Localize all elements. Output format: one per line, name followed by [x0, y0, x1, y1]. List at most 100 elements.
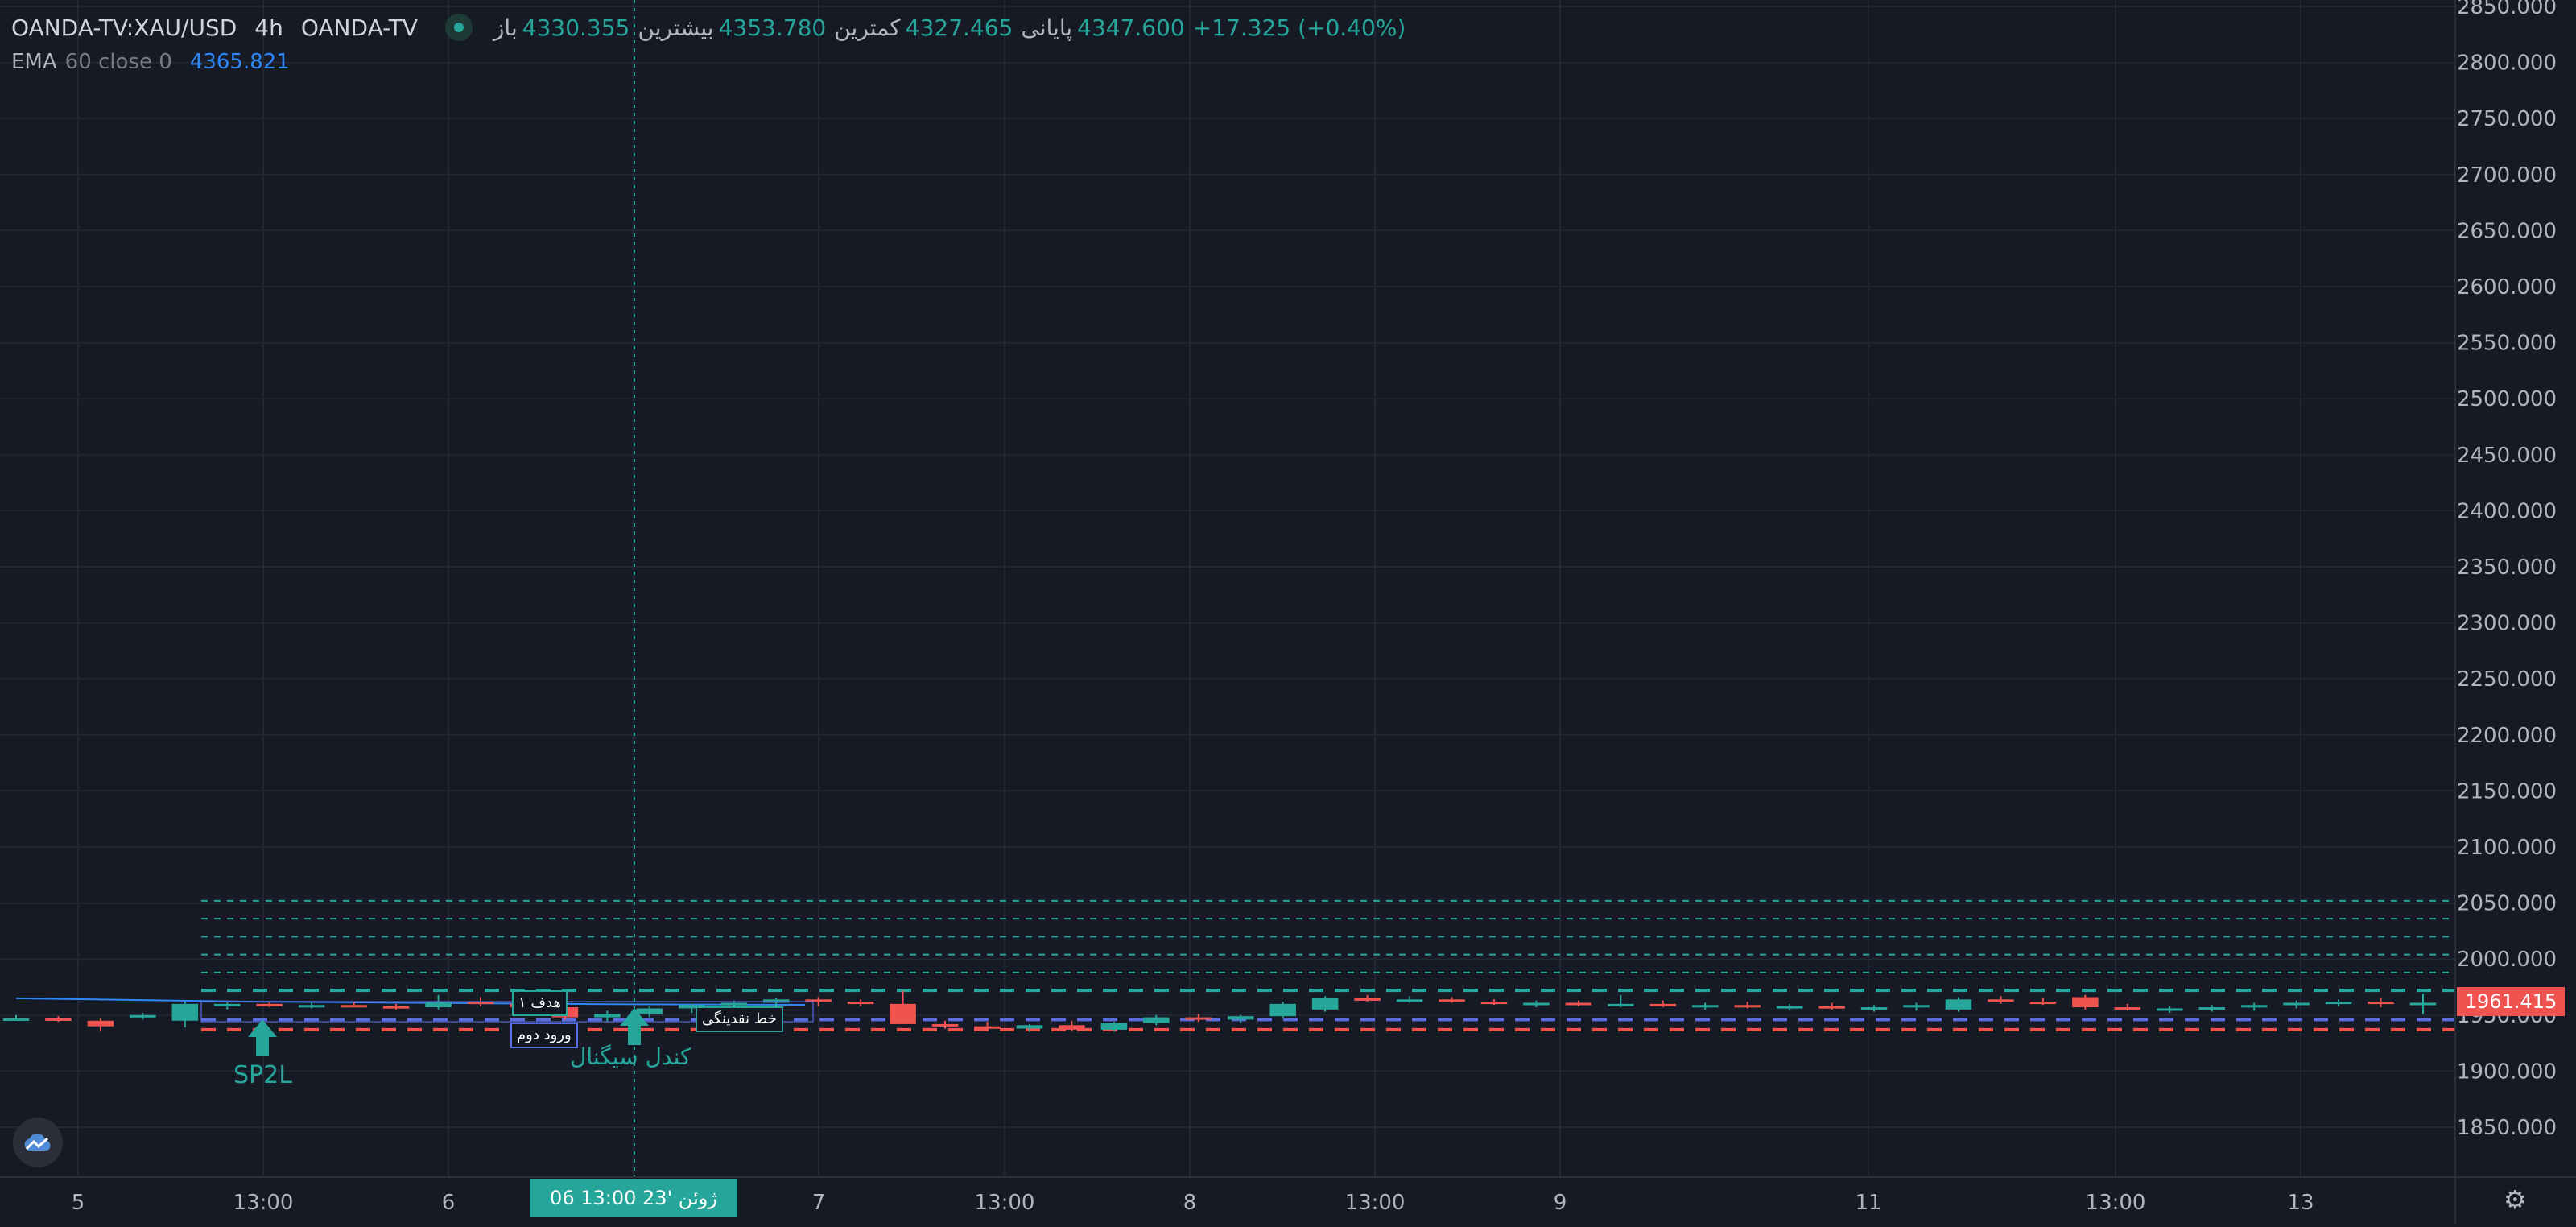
y-tick-label: 2800.000 [2457, 52, 2557, 76]
symbol-name[interactable]: OANDA-TV:XAU/USD [11, 14, 237, 41]
chart-background [0, 0, 2576, 1224]
x-tick-label: 8 [1183, 1191, 1197, 1215]
y-tick-label: 2150.000 [2457, 779, 2557, 804]
indicator-params: 60 close 0 [64, 50, 172, 74]
liquidity-line-label: خط نقدینگی [696, 1006, 783, 1032]
candle-body [1100, 1022, 1128, 1030]
y-tick-label: 2550.000 [2457, 332, 2557, 356]
timeframe[interactable]: 4h [254, 14, 283, 41]
y-tick-label: 2300.000 [2457, 612, 2557, 636]
y-tick-label: 2500.000 [2457, 387, 2557, 411]
candle-body [1269, 1003, 1296, 1017]
y-tick-label: 2200.000 [2457, 724, 2557, 748]
candle-body [425, 1002, 452, 1008]
symbol-legend: OANDA-TV:XAU/USD 4h OANDA-TV باز 4330.35… [11, 11, 1414, 43]
candle-body [45, 1018, 72, 1021]
candle-body [1480, 1002, 1508, 1005]
open-label: باز [493, 14, 518, 41]
candle-body [720, 1002, 748, 1006]
candle-body [847, 1002, 874, 1005]
candle-body [1608, 1003, 1634, 1006]
candle-body [974, 1026, 1001, 1029]
target1-label: هدف ۱ [512, 990, 568, 1016]
candle-body [1903, 1005, 1930, 1008]
y-tick-label: 2600.000 [2457, 275, 2557, 300]
candle-body [1649, 1003, 1677, 1006]
candle-body [1143, 1017, 1170, 1023]
chart-area[interactable]: 2850.000 2800.000 2750.000 2700.000 2650.000… [0, 0, 2576, 1224]
gear-icon[interactable]: ⚙ [2504, 1187, 2529, 1213]
candle-body [594, 1014, 621, 1018]
candle-body [1227, 1016, 1254, 1020]
y-tick-label: 2850.000 [2457, 0, 2557, 19]
y-tick-label: 1850.000 [2457, 1116, 2557, 1140]
x-tick-label: 13:00 [975, 1191, 1035, 1215]
y-tick-label: 2700.000 [2457, 163, 2557, 188]
x-tick-label: 11 [1855, 1191, 1881, 1215]
indicator-value: 4365.821 [189, 50, 290, 74]
indicator-legend[interactable]: EMA 60 close 0 4365.821 [11, 50, 290, 74]
low-label: کمترین [834, 14, 901, 41]
candle-body [214, 1003, 241, 1006]
candle-body [2198, 1007, 2225, 1010]
candle-body [130, 1014, 156, 1018]
candle-body [1691, 1005, 1719, 1008]
candle-body [256, 1003, 283, 1006]
sp2l-label: SP2L [233, 1061, 292, 1089]
close-value: 4347.600 [1077, 14, 1185, 41]
y-tick-label: 2650.000 [2457, 219, 2557, 243]
candle-body [1354, 998, 1381, 1001]
candle-body [2, 1018, 30, 1021]
y-tick-label: 1900.000 [2457, 1060, 2557, 1084]
second-entry-label: ورود دوم [510, 1022, 578, 1048]
candle-body [890, 1003, 916, 1024]
indicator-name: EMA [11, 50, 57, 74]
candle-body [1523, 1002, 1550, 1006]
candle-body [2368, 1002, 2394, 1005]
candle-body [1860, 1007, 1888, 1010]
candle-body [1439, 999, 1465, 1002]
candle-body [382, 1006, 410, 1009]
signal-candle-label: کندل سیگنال [570, 1043, 691, 1070]
candle-body [2409, 1002, 2437, 1006]
y-tick-label: 2050.000 [2457, 892, 2557, 916]
y-tick-label: 2100.000 [2457, 836, 2557, 860]
x-tick-label: 13:00 [1345, 1191, 1406, 1215]
market-status-icon[interactable] [444, 14, 473, 41]
y-tick-label: 2250.000 [2457, 667, 2557, 692]
candle-body [2240, 1005, 2268, 1008]
candle-body [2114, 1007, 2141, 1010]
cloud-glyph [24, 1133, 51, 1151]
close-label: پایانی [1021, 14, 1073, 41]
x-tick-label: 13:00 [233, 1191, 294, 1215]
candle-body [2072, 997, 2099, 1008]
y-tick-label: 2000.000 [2457, 948, 2557, 972]
candle-body [931, 1023, 959, 1027]
candle-body [1945, 999, 1972, 1010]
tradingview-cloud-icon[interactable] [13, 1118, 63, 1167]
open-value: 4330.355 [522, 14, 630, 41]
x-tick-label: 5 [72, 1191, 85, 1215]
candle-body [1185, 1017, 1212, 1020]
x-tick-label: 13 [2287, 1191, 2314, 1215]
candle-body [2325, 1002, 2352, 1005]
candle-body [1565, 1002, 1592, 1006]
data-source: OANDA-TV [300, 14, 418, 41]
y-tick-label: 2450.000 [2457, 444, 2557, 468]
crosshair-time-label: 06 ژوئن '23 13:00 [530, 1179, 737, 1217]
price-chart[interactable]: 2850.000 2800.000 2750.000 2700.000 2650.000… [0, 0, 2576, 1224]
y-tick-label: 2350.000 [2457, 556, 2557, 580]
candle-body [1311, 998, 1339, 1010]
candle-body [636, 1008, 663, 1014]
candle-body [2157, 1008, 2183, 1011]
candle-body [1016, 1025, 1043, 1029]
candle-body [1734, 1005, 1761, 1008]
candle-body [1059, 1025, 1085, 1030]
current-price-label: 1961.415 [2457, 987, 2565, 1016]
candle-body [298, 1005, 325, 1008]
high-value: 4353.780 [718, 14, 827, 41]
candle-body [1818, 1006, 1845, 1009]
y-tick-label: 2750.000 [2457, 107, 2557, 131]
candle-body [87, 1020, 114, 1027]
y-tick-label: 2400.000 [2457, 499, 2557, 523]
